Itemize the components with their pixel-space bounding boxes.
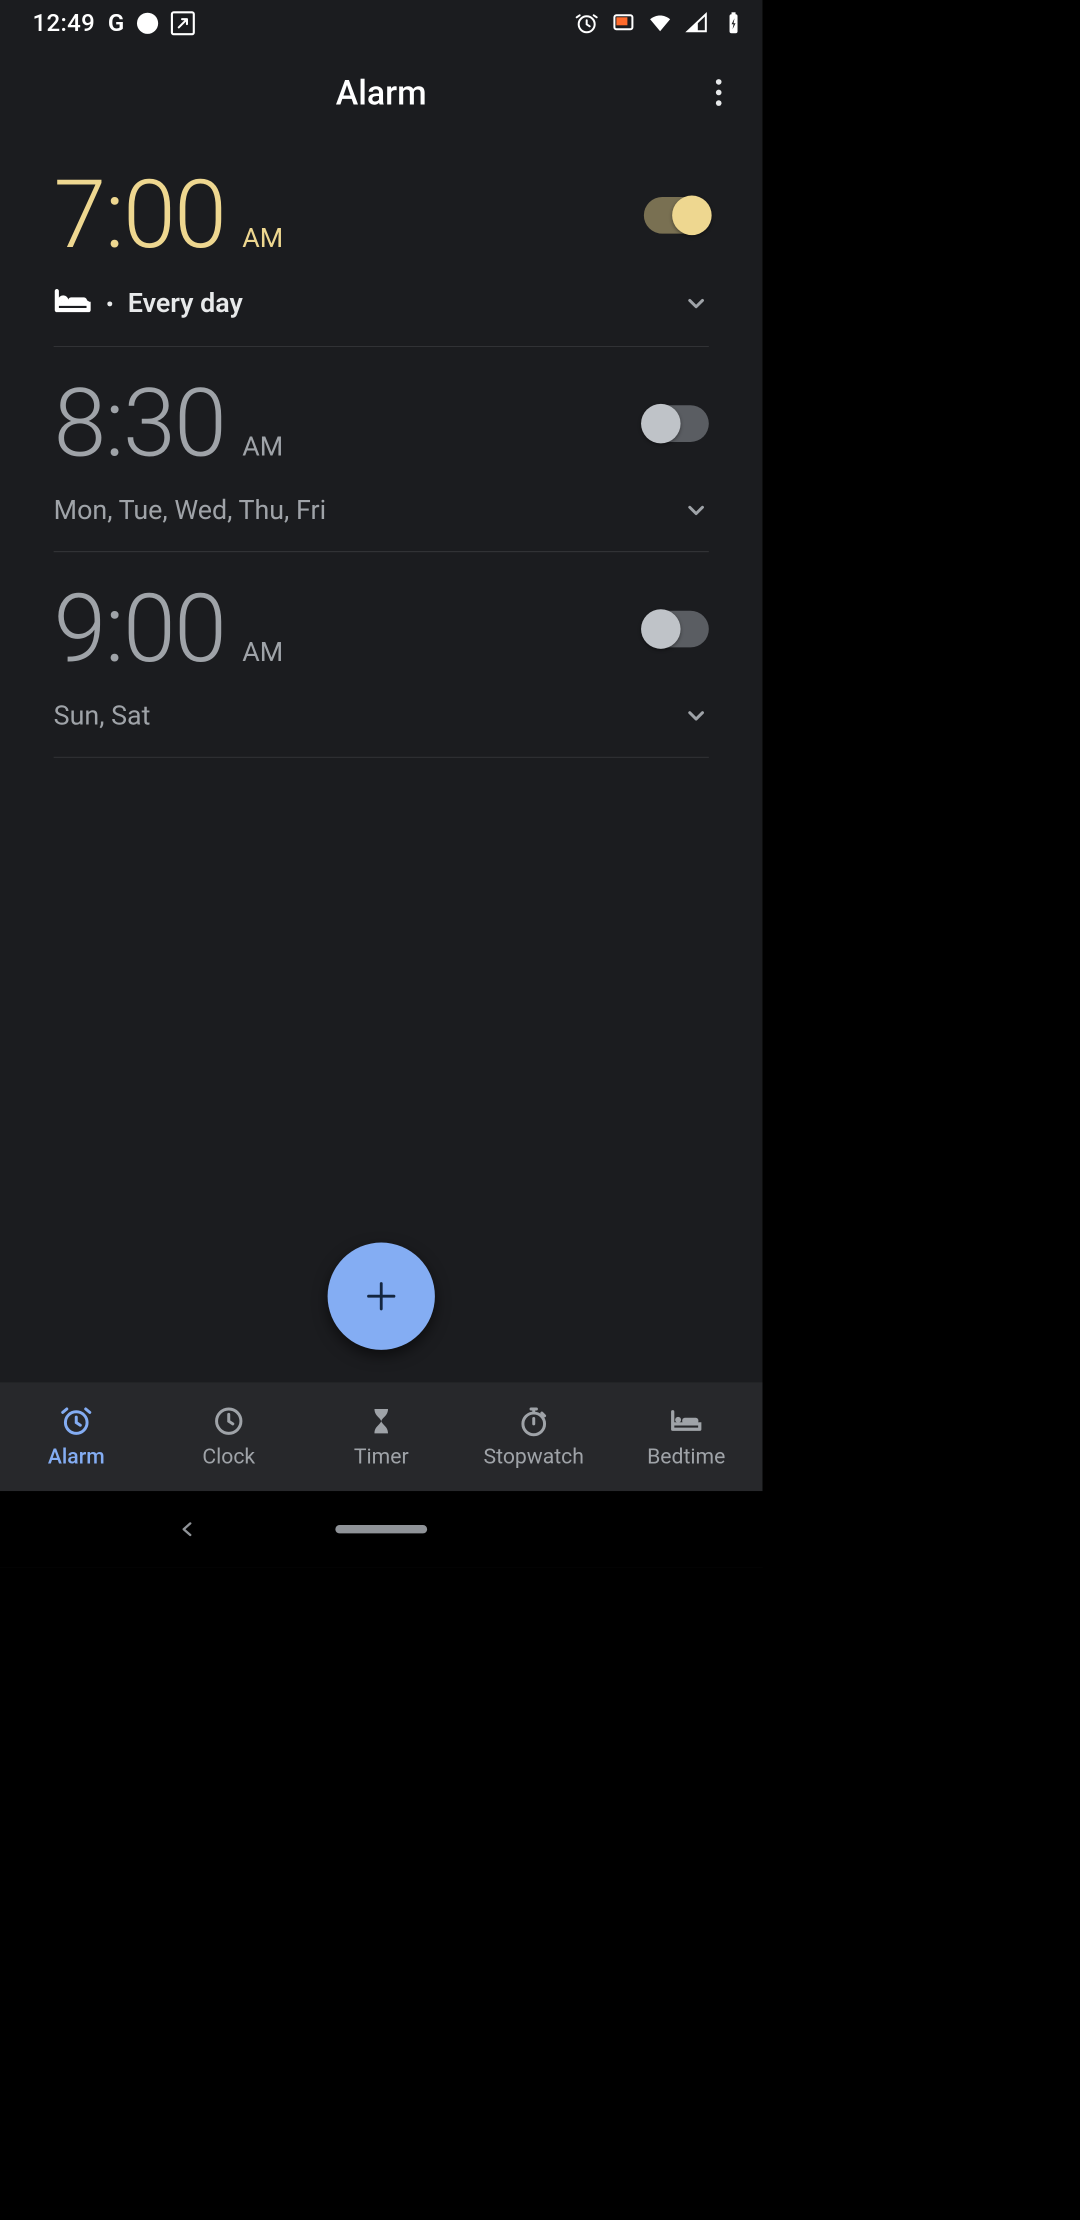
wifi-icon	[648, 11, 672, 35]
alarm-repeat-info: Every day	[54, 287, 243, 321]
chevron-down-icon	[683, 498, 708, 523]
screenshot-notification-icon	[171, 11, 195, 35]
app-bar: Alarm	[0, 47, 762, 139]
toggle-knob	[641, 404, 681, 444]
alarm-time: 7:00	[54, 168, 226, 263]
nav-tab-timer[interactable]: Timer	[305, 1382, 457, 1491]
nav-tab-bedtime[interactable]: Bedtime	[610, 1382, 762, 1491]
alarm-time-button[interactable]: 8:30 AM	[54, 376, 284, 471]
alarm-time: 8:30	[54, 376, 226, 471]
timer-icon	[365, 1405, 397, 1437]
alarm-time-row: 8:30 AM	[54, 376, 709, 471]
alarm-toggle[interactable]	[644, 197, 709, 234]
alarm-item: 7:00 AM Every day	[54, 138, 709, 346]
alarm-ampm: AM	[242, 431, 283, 462]
alarm-ampm: AM	[242, 637, 283, 668]
status-clock: 12:49	[32, 9, 95, 37]
toggle-knob	[641, 609, 681, 649]
alarm-item: 8:30 AM Mon, Tue, Wed, Thu, Fri	[54, 347, 709, 552]
bedtime-linked-icon	[54, 287, 92, 321]
bedtime-icon	[670, 1405, 702, 1437]
nav-label: Bedtime	[647, 1444, 725, 1469]
alarm-toggle[interactable]	[644, 611, 709, 648]
system-navigation-bar	[0, 1491, 762, 1567]
alarm-toggle[interactable]	[644, 405, 709, 442]
alarm-time-row: 7:00 AM	[54, 168, 709, 263]
system-status-bar: 12:49 G	[0, 0, 762, 47]
alarm-details-row[interactable]: Mon, Tue, Wed, Thu, Fri	[54, 495, 709, 526]
nav-label: Timer	[354, 1444, 409, 1469]
alarm-time-button[interactable]: 7:00 AM	[54, 168, 284, 263]
alarm-details-row[interactable]: Every day	[54, 287, 709, 321]
alarm-ampm: AM	[242, 223, 283, 254]
alarm-repeat-label: Every day	[128, 288, 243, 319]
nav-tab-stopwatch[interactable]: Stopwatch	[457, 1382, 609, 1491]
nav-label: Alarm	[48, 1444, 105, 1469]
google-icon: G	[108, 9, 124, 37]
back-button[interactable]	[178, 1519, 198, 1539]
alarm-repeat-info: Sun, Sat	[54, 700, 151, 731]
alarm-time: 9:00	[54, 582, 226, 677]
stopwatch-icon	[517, 1405, 549, 1437]
alarm-icon	[60, 1405, 92, 1437]
alarm-time-row: 9:00 AM	[54, 582, 709, 677]
alarm-repeat-info: Mon, Tue, Wed, Thu, Fri	[54, 495, 326, 526]
status-left: 12:49 G	[32, 9, 194, 37]
nav-label: Stopwatch	[484, 1444, 584, 1469]
battery-charging-icon	[722, 11, 746, 35]
alarm-item: 9:00 AM Sun, Sat	[54, 552, 709, 757]
alarm-details-row[interactable]: Sun, Sat	[54, 700, 709, 731]
plus-icon	[367, 1282, 395, 1310]
alarm-status-icon	[575, 11, 599, 35]
alarm-time-button[interactable]: 9:00 AM	[54, 582, 284, 677]
toggle-knob	[672, 196, 712, 236]
overflow-menu-button[interactable]	[699, 73, 739, 113]
home-gesture-pill[interactable]	[335, 1525, 427, 1533]
alarm-list: 7:00 AM Every day 8:30 AM	[0, 138, 762, 1382]
bottom-navigation: Alarm Clock Timer Stopwatch Bedtime	[0, 1382, 762, 1491]
nav-label: Clock	[202, 1444, 255, 1469]
separator-dot	[107, 301, 112, 306]
nav-tab-alarm[interactable]: Alarm	[0, 1382, 152, 1491]
alarm-repeat-label: Sun, Sat	[54, 700, 151, 731]
page-title: Alarm	[336, 72, 427, 112]
more-vert-icon	[716, 79, 722, 106]
notification-dot-icon	[137, 13, 158, 34]
signal-icon	[685, 11, 709, 35]
clock-icon	[213, 1405, 245, 1437]
status-right	[575, 11, 746, 35]
chevron-down-icon	[683, 703, 708, 728]
alarm-repeat-label: Mon, Tue, Wed, Thu, Fri	[54, 495, 326, 526]
chevron-down-icon	[683, 291, 708, 316]
add-alarm-button[interactable]	[328, 1243, 435, 1350]
cast-icon	[611, 11, 635, 35]
nav-tab-clock[interactable]: Clock	[152, 1382, 304, 1491]
